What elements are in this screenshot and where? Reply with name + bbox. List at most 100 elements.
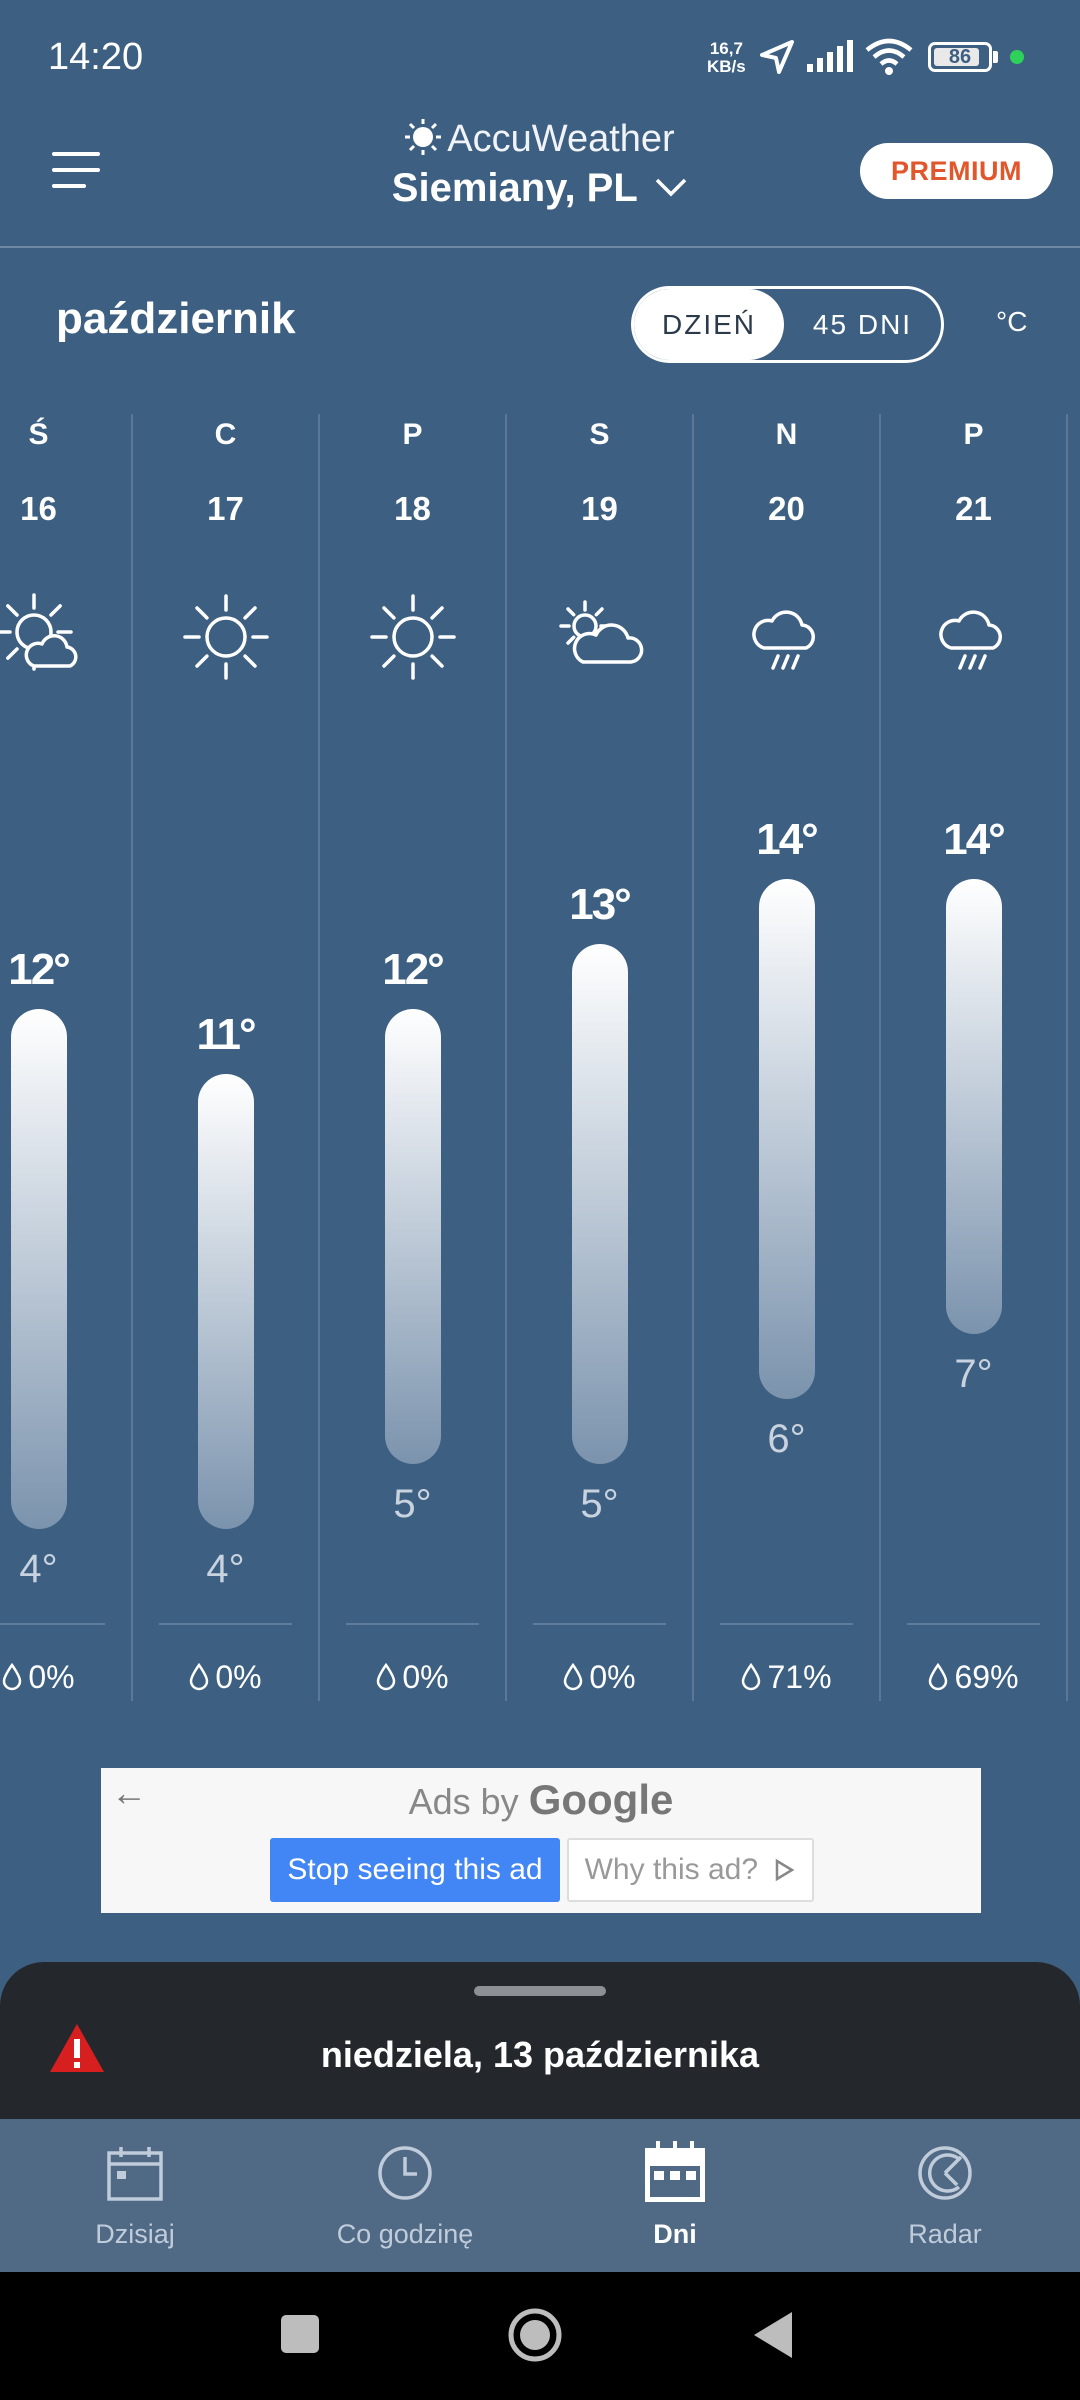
day-weekday: S	[589, 418, 610, 451]
day-column[interactable]: Ś 16 12° 4° 0%	[0, 414, 132, 1701]
droplet-icon	[190, 1662, 209, 1691]
droplet-icon	[564, 1662, 583, 1691]
day-weekday: N	[775, 418, 798, 451]
back-icon[interactable]	[752, 2310, 794, 2360]
day-precipitation: 0%	[0, 1659, 132, 1696]
droplet-icon	[929, 1662, 948, 1691]
day-high-temp: 11°	[196, 1010, 256, 1059]
recents-icon[interactable]	[280, 2314, 320, 2354]
column-rule	[159, 1623, 292, 1625]
day-high-temp: 14°	[943, 815, 1006, 864]
nav-today[interactable]: Dzisiaj	[0, 2119, 270, 2272]
ad-prefix: Ads by	[408, 1781, 519, 1822]
day-date: 18	[394, 490, 431, 527]
calendar-icon	[107, 2147, 163, 2201]
rain-icon	[938, 610, 1002, 670]
droplet-icon	[742, 1662, 761, 1691]
bottom-navigation: Dzisiaj Co godzinę Dni Radar	[0, 2119, 1080, 2272]
precip-value: 0%	[215, 1659, 262, 1695]
precip-value: 71%	[767, 1659, 832, 1695]
toggle-45-days[interactable]: 45 DNI	[784, 289, 941, 360]
droplet-icon	[377, 1662, 396, 1691]
why-this-ad-button[interactable]: Why this ad?	[567, 1838, 814, 1902]
day-column[interactable]: S 19 13° 5° 0%	[506, 414, 693, 1701]
wifi-icon	[865, 38, 913, 75]
stop-seeing-ad-button[interactable]: Stop seeing this ad	[270, 1838, 560, 1902]
view-toggle[interactable]: DZIEŃ 45 DNI	[631, 286, 944, 363]
day-low-temp: 6°	[767, 1417, 806, 1461]
day-date: 21	[955, 490, 992, 527]
day-date: 16	[20, 490, 57, 527]
nav-label-today: Dzisiaj	[95, 2219, 175, 2249]
nav-label-hourly: Co godzinę	[336, 2219, 474, 2249]
sunny-icon	[369, 594, 456, 680]
brand-name: AccuWeather	[447, 118, 675, 160]
day-precipitation: 0%	[506, 1659, 693, 1696]
bottom-sheet[interactable]: niedziela, 13 października	[0, 1962, 1080, 2119]
temperature-range-bar	[758, 879, 815, 1399]
temperature-range-bar	[384, 1009, 441, 1464]
radar-icon	[918, 2146, 972, 2200]
day-precipitation: 0%	[319, 1659, 506, 1696]
toggle-day[interactable]: DZIEŃ	[634, 289, 784, 360]
day-low-temp: 7°	[954, 1352, 993, 1396]
partly-cloudy-icon	[558, 600, 643, 664]
location-arrow-icon	[760, 40, 794, 74]
ad-choices-icon	[776, 1858, 795, 1882]
month-title: październik	[56, 294, 296, 343]
calendar-grid-icon	[645, 2141, 705, 2202]
day-column[interactable]: P 21 14° 7° 69%	[880, 414, 1067, 1701]
signal-icon	[807, 40, 853, 72]
day-high-temp: 12°	[382, 945, 445, 994]
header-divider	[0, 246, 1080, 248]
day-weekday: P	[963, 418, 984, 451]
day-high-temp: 14°	[756, 815, 819, 864]
nav-label-days: Dni	[653, 2219, 697, 2249]
day-low-temp: 4°	[206, 1547, 245, 1591]
temperature-range-bar	[571, 944, 628, 1464]
day-precipitation: 0%	[132, 1659, 319, 1696]
day-column[interactable]: N 20 14° 6° 71%	[693, 414, 880, 1701]
nav-radar[interactable]: Radar	[810, 2119, 1080, 2272]
nav-label-radar: Radar	[908, 2219, 982, 2249]
day-weekday: P	[402, 418, 423, 451]
day-column[interactable]: P 18 12° 5° 0%	[319, 414, 506, 1701]
day-date: 19	[581, 490, 618, 527]
battery-tip	[993, 51, 998, 63]
premium-button[interactable]: PREMIUM	[860, 143, 1053, 199]
day-column[interactable]: C 17 11° 4° 0%	[132, 414, 319, 1701]
rain-icon	[751, 610, 815, 670]
ad-banner: ← Ads by Google Stop seeing this ad Why …	[101, 1768, 981, 1913]
day-low-temp: 5°	[580, 1482, 619, 1526]
nav-days[interactable]: Dni	[540, 2119, 810, 2272]
network-speed-unit: KB/s	[707, 57, 746, 76]
system-navigation-bar	[0, 2272, 1080, 2400]
sunny-icon	[182, 594, 269, 680]
precip-value: 0%	[589, 1659, 636, 1695]
nav-hourly[interactable]: Co godzinę	[270, 2119, 540, 2272]
clock-icon	[378, 2146, 432, 2200]
sheet-handle[interactable]	[474, 1986, 606, 1996]
column-separator	[1066, 414, 1068, 1701]
location-name: Siemiany, PL	[391, 166, 638, 210]
ad-brand: Google	[528, 1776, 674, 1823]
home-icon[interactable]	[507, 2307, 563, 2363]
sheet-date: niedziela, 13 października	[320, 2034, 760, 2075]
day-date: 20	[768, 490, 805, 527]
column-rule	[720, 1623, 853, 1625]
why-this-ad-label: Why this ad?	[584, 1853, 759, 1886]
precip-value: 0%	[402, 1659, 449, 1695]
droplet-icon	[3, 1662, 22, 1691]
battery-icon: 86	[928, 42, 992, 72]
day-weekday: Ś	[28, 418, 49, 451]
day-high-temp: 13°	[569, 880, 632, 929]
chevron-down-icon	[655, 178, 687, 197]
battery-level: 86	[948, 46, 972, 68]
partly-sunny-icon	[0, 593, 77, 671]
column-rule	[533, 1623, 666, 1625]
column-rule	[0, 1623, 105, 1625]
temperature-range-bar	[197, 1074, 254, 1529]
temperature-unit[interactable]: °C	[996, 306, 1027, 338]
day-high-temp: 12°	[8, 945, 71, 994]
temperature-range-bar	[10, 1009, 67, 1529]
